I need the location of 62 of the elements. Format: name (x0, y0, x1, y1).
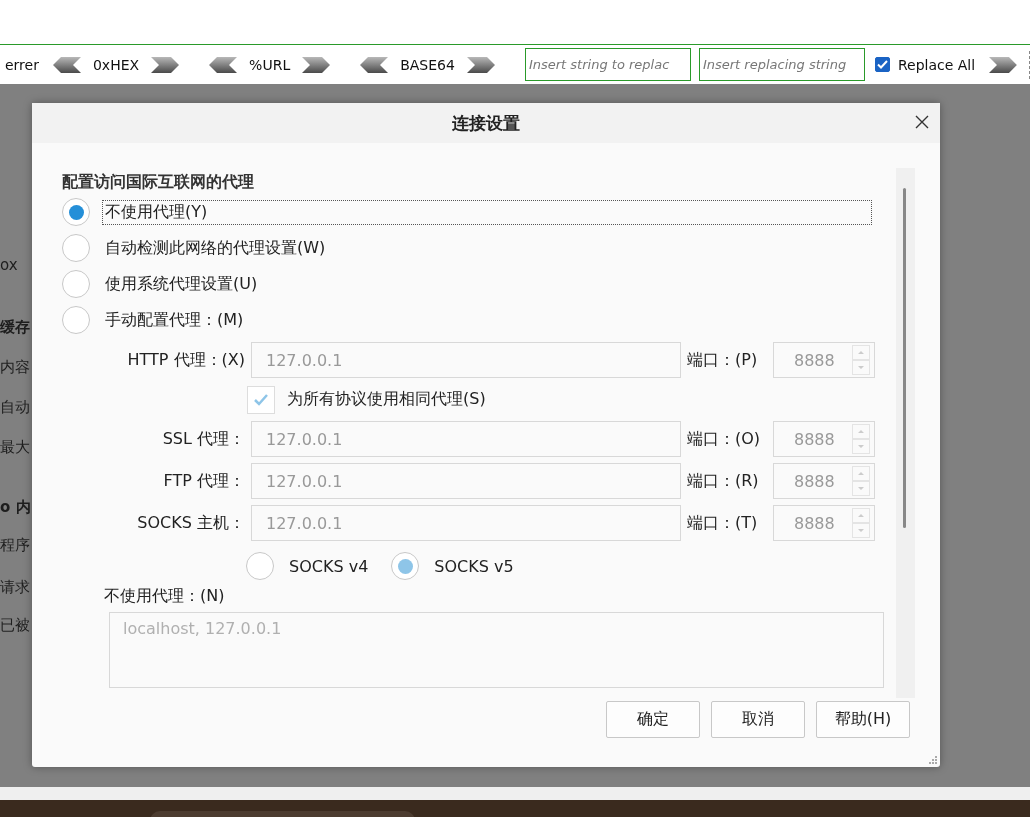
scrollbar[interactable] (896, 168, 915, 698)
spinner-arrows-icon[interactable] (852, 508, 870, 538)
replace-field[interactable]: Insert replacing string (698, 48, 865, 81)
proxy-label: HTTP 代理：(X) (126, 349, 245, 371)
page-text: 自动 (0, 398, 30, 417)
toolbar-label: errer (5, 56, 39, 73)
find-field[interactable]: Insert string to replac (524, 48, 691, 81)
radio-button[interactable] (62, 270, 90, 298)
radio-button[interactable] (246, 552, 274, 580)
radio-label[interactable]: 使用系统代理设置(U) (102, 271, 261, 297)
converter-label: %URL (249, 56, 291, 73)
page-text: 请求 (0, 578, 30, 597)
dialog-title: 连接设置 (452, 111, 520, 135)
resize-grip-icon[interactable] (928, 755, 938, 765)
port-label: 端口：(T) (687, 512, 759, 534)
page-text: 已被 (0, 616, 30, 635)
converter-label: BASE64 (400, 56, 455, 73)
chevron-right-icon[interactable] (989, 55, 1017, 74)
chevron-left-icon[interactable] (360, 55, 389, 74)
proxy-label: FTP 代理： (162, 470, 245, 492)
dialog-button[interactable]: 帮助(H) (816, 701, 910, 738)
no-proxy-field[interactable]: localhost, 127.0.0.1 (109, 612, 884, 688)
proxy-label: SSL 代理： (161, 428, 245, 450)
replace-all-label[interactable]: Replace All (897, 56, 976, 73)
spinner-arrows-icon[interactable] (852, 466, 870, 496)
spinner-arrows-icon[interactable] (852, 345, 870, 375)
page-text: 程序 (0, 536, 30, 555)
dialog-button[interactable]: 确定 (606, 701, 700, 738)
dialog-button[interactable]: 取消 (711, 701, 805, 738)
radio-label[interactable]: 不使用代理(Y) (102, 199, 872, 225)
chevron-right-icon[interactable] (466, 55, 495, 74)
port-label: 端口：(O) (687, 428, 762, 450)
spinner-arrows-icon[interactable] (852, 424, 870, 454)
chevron-left-icon[interactable] (52, 55, 81, 74)
radio-button[interactable] (62, 234, 90, 262)
checkbox[interactable] (247, 385, 275, 414)
chevron-right-icon[interactable] (302, 55, 331, 74)
radio-label[interactable]: 自动检测此网络的代理设置(W) (102, 235, 329, 261)
page-text: o 内 (0, 498, 31, 517)
radio-button[interactable] (391, 552, 420, 580)
checkmark-icon (876, 60, 888, 69)
chevron-right-icon[interactable] (151, 55, 180, 74)
close-icon[interactable] (914, 114, 930, 130)
port-label: 端口：(P) (687, 349, 759, 371)
checkmark-icon (253, 392, 269, 407)
proxy-label: SOCKS 主机： (136, 512, 245, 534)
page-text: 最大 (0, 438, 30, 457)
converter-label: 0xHEX (92, 56, 140, 73)
port-label: 端口：(R) (687, 470, 760, 492)
replace-all-checkbox[interactable] (874, 57, 890, 72)
section-heading: 配置访问国际互联网的代理 (62, 171, 255, 193)
page-text: 内容 (0, 358, 30, 377)
radio-label[interactable]: 手动配置代理：(M) (102, 307, 247, 333)
page-text: 缓存 (0, 318, 30, 337)
page-text: ox (0, 256, 18, 274)
radio-label[interactable]: SOCKS v5 (431, 554, 517, 578)
radio-button[interactable] (62, 198, 90, 226)
radio-label[interactable]: SOCKS v4 (286, 554, 372, 578)
field-label: 不使用代理：(N) (104, 586, 225, 607)
radio-button[interactable] (62, 306, 90, 334)
checkbox-label[interactable]: 为所有协议使用相同代理(S) (287, 389, 486, 410)
chevron-left-icon[interactable] (209, 55, 238, 74)
